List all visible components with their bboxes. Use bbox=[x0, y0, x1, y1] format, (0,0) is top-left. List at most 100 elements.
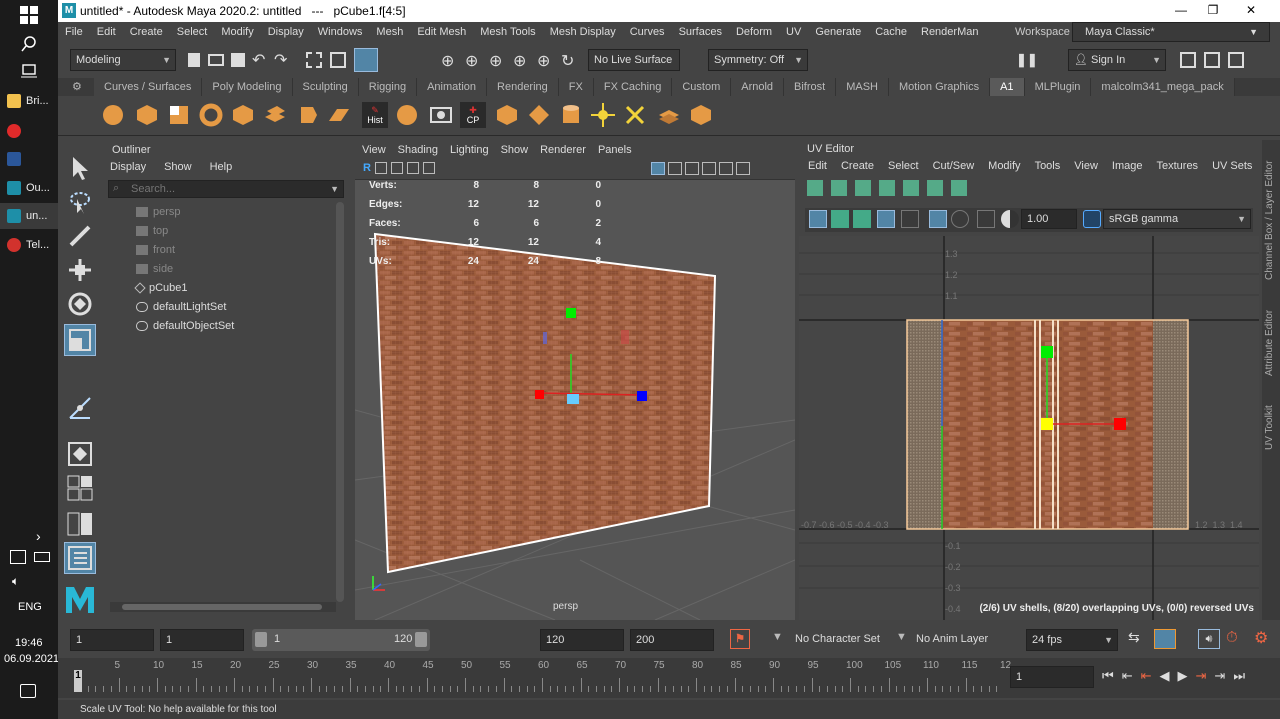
xray-icon[interactable] bbox=[736, 162, 750, 175]
move-center-handle[interactable] bbox=[567, 394, 579, 404]
save-scene-icon[interactable] bbox=[231, 53, 245, 67]
multi-cube-icon[interactable] bbox=[494, 102, 520, 128]
unfold-icon[interactable] bbox=[622, 102, 648, 128]
outliner-layout-icon[interactable] bbox=[64, 542, 96, 574]
outliner-hscrollbar[interactable] bbox=[110, 602, 336, 612]
lighting-icon[interactable] bbox=[702, 162, 716, 175]
uv-menu-create[interactable]: Create bbox=[841, 160, 874, 172]
menu-select[interactable]: Select bbox=[170, 26, 215, 38]
poly-cube2-icon[interactable] bbox=[230, 102, 256, 128]
menu-renderman[interactable]: RenderMan bbox=[914, 26, 985, 38]
uv-canvas[interactable] bbox=[799, 236, 1259, 620]
paint-select-tool-icon[interactable] bbox=[64, 220, 96, 252]
go-to-end-icon[interactable]: ⏭ bbox=[1233, 668, 1245, 684]
uv-filter-icon[interactable] bbox=[951, 210, 969, 228]
current-frame-field[interactable]: 1 bbox=[1010, 666, 1094, 688]
snap-curve-icon[interactable]: ⊕ bbox=[465, 51, 478, 71]
menu-generate[interactable]: Generate bbox=[808, 26, 868, 38]
uv-snap-icon[interactable] bbox=[901, 210, 919, 228]
viewport-menu-renderer[interactable]: Renderer bbox=[540, 144, 586, 156]
outliner-item[interactable]: defaultObjectSet bbox=[136, 316, 336, 335]
minimize-button[interactable]: — bbox=[1166, 0, 1196, 22]
viewport-menu-panels[interactable]: Panels bbox=[598, 144, 632, 156]
menu-windows[interactable]: Windows bbox=[311, 26, 370, 38]
poly-cube-icon[interactable] bbox=[134, 102, 160, 128]
task-view-icon[interactable] bbox=[20, 61, 38, 79]
uv-camera-icon[interactable] bbox=[977, 210, 995, 228]
uv-menu-textures[interactable]: Textures bbox=[1156, 160, 1198, 172]
redo-icon[interactable]: ↷ bbox=[274, 50, 287, 70]
menu-edit-mesh[interactable]: Edit Mesh bbox=[410, 26, 473, 38]
undo-icon[interactable]: ↶ bbox=[252, 50, 265, 70]
uv-grid-icon[interactable] bbox=[877, 210, 895, 228]
select-by-object-icon[interactable] bbox=[330, 52, 346, 68]
auto-key-icon[interactable]: ⚑ bbox=[730, 629, 750, 649]
light-icon[interactable] bbox=[590, 102, 616, 128]
extrude-icon[interactable] bbox=[262, 102, 288, 128]
shelf-tab-rendering[interactable]: Rendering bbox=[487, 78, 559, 96]
bookmark-icon[interactable] bbox=[390, 162, 403, 174]
shelf-tab-animation[interactable]: Animation bbox=[417, 78, 488, 96]
key-options-icon[interactable]: ▼ bbox=[772, 631, 783, 643]
viewport-menu-show[interactable]: Show bbox=[501, 144, 529, 156]
shelf-tab-poly-modeling[interactable]: Poly Modeling bbox=[202, 78, 293, 96]
poly-plane-icon[interactable] bbox=[166, 102, 192, 128]
uv-rotate-icon[interactable] bbox=[855, 180, 871, 196]
outliner-item[interactable]: front bbox=[136, 240, 336, 259]
outliner-search-input[interactable] bbox=[131, 182, 321, 196]
tab-attribute-editor[interactable]: Attribute Editor bbox=[1264, 310, 1275, 376]
color-space-dropdown[interactable]: sRGB gamma ▼ bbox=[1103, 209, 1251, 229]
uv-menu-uv-sets[interactable]: UV Sets bbox=[1212, 160, 1252, 172]
poly-cylinder-icon[interactable] bbox=[558, 102, 584, 128]
windows-start-icon[interactable] bbox=[20, 6, 38, 24]
shelf-tab-custom[interactable]: Custom bbox=[672, 78, 732, 96]
menu-deform[interactable]: Deform bbox=[729, 26, 779, 38]
workspace-dropdown[interactable]: Maya Classic* ▼ bbox=[1072, 22, 1270, 42]
scale-tool-icon[interactable] bbox=[64, 324, 96, 356]
step-forward-key-icon[interactable]: ⇥ bbox=[1214, 668, 1225, 684]
search-icon[interactable] bbox=[20, 35, 38, 53]
viewport-display-icon[interactable] bbox=[428, 102, 454, 128]
uv-menu-select[interactable]: Select bbox=[888, 160, 919, 172]
shelf-tab-motion-graphics[interactable]: Motion Graphics bbox=[889, 78, 991, 96]
channel-box-icon[interactable] bbox=[1228, 52, 1244, 68]
uv-scale-u-handle[interactable] bbox=[1114, 418, 1126, 430]
volume-icon[interactable]: 🔈︎ bbox=[12, 574, 19, 589]
uv-menu-edit[interactable]: Edit bbox=[808, 160, 827, 172]
outliner-menu-display[interactable]: Display bbox=[110, 161, 146, 173]
layers-icon[interactable] bbox=[656, 102, 682, 128]
audio-icon[interactable]: 🔊︎ bbox=[1198, 629, 1220, 649]
four-view-layout-icon[interactable] bbox=[64, 472, 96, 504]
uv-texture-grid-icon[interactable] bbox=[929, 210, 947, 228]
outliner-search-field[interactable]: ⌕ ▼ bbox=[108, 180, 344, 198]
two-view-layout-icon[interactable] bbox=[64, 508, 96, 540]
outliner-item[interactable]: top bbox=[136, 221, 336, 240]
uv-pin-icon[interactable] bbox=[927, 180, 943, 196]
uv-scale-center-handle[interactable] bbox=[1041, 418, 1053, 430]
taskbar-app-1[interactable] bbox=[0, 118, 58, 144]
uv-menu-modify[interactable]: Modify bbox=[988, 160, 1020, 172]
language-indicator[interactable]: ENG bbox=[18, 601, 42, 613]
bevel-icon[interactable] bbox=[294, 102, 320, 128]
poly-torus-icon[interactable] bbox=[198, 102, 224, 128]
single-layout-icon[interactable] bbox=[64, 438, 96, 470]
network-icon[interactable] bbox=[10, 550, 26, 564]
perspective-viewport[interactable]: View Shading Lighting Show Renderer Panels R bbox=[355, 140, 795, 620]
isolate-icon[interactable] bbox=[719, 162, 733, 175]
battery-icon[interactable] bbox=[34, 552, 50, 562]
shelf-tab-malcolm341-mega-pack[interactable]: malcolm341_mega_pack bbox=[1091, 78, 1235, 96]
chevron-right-icon[interactable]: › bbox=[36, 528, 41, 544]
rotate-tool-icon[interactable] bbox=[64, 288, 96, 320]
maximize-button[interactable]: ❐ bbox=[1198, 0, 1228, 22]
outliner-item[interactable]: persp bbox=[136, 202, 336, 221]
anim-layer-arrow-icon[interactable]: ▼ bbox=[896, 631, 907, 643]
time-slider[interactable]: 5 10 15 20 25 30 35 40 45 50 55 60 65 70 75 80 85 90 95 100… bbox=[58, 658, 1280, 698]
color-management-icon[interactable] bbox=[1083, 210, 1101, 228]
outliner-menu-help[interactable]: Help bbox=[210, 161, 233, 173]
step-forward-frame-icon[interactable]: ⇥ bbox=[1196, 668, 1207, 684]
menu-mesh[interactable]: Mesh bbox=[369, 26, 410, 38]
character-set-dropdown[interactable]: No Character Set bbox=[790, 629, 906, 651]
select-tool-icon[interactable] bbox=[64, 152, 96, 184]
smooth-shade-icon[interactable] bbox=[668, 162, 682, 175]
cache-playback-icon[interactable] bbox=[1154, 629, 1176, 649]
